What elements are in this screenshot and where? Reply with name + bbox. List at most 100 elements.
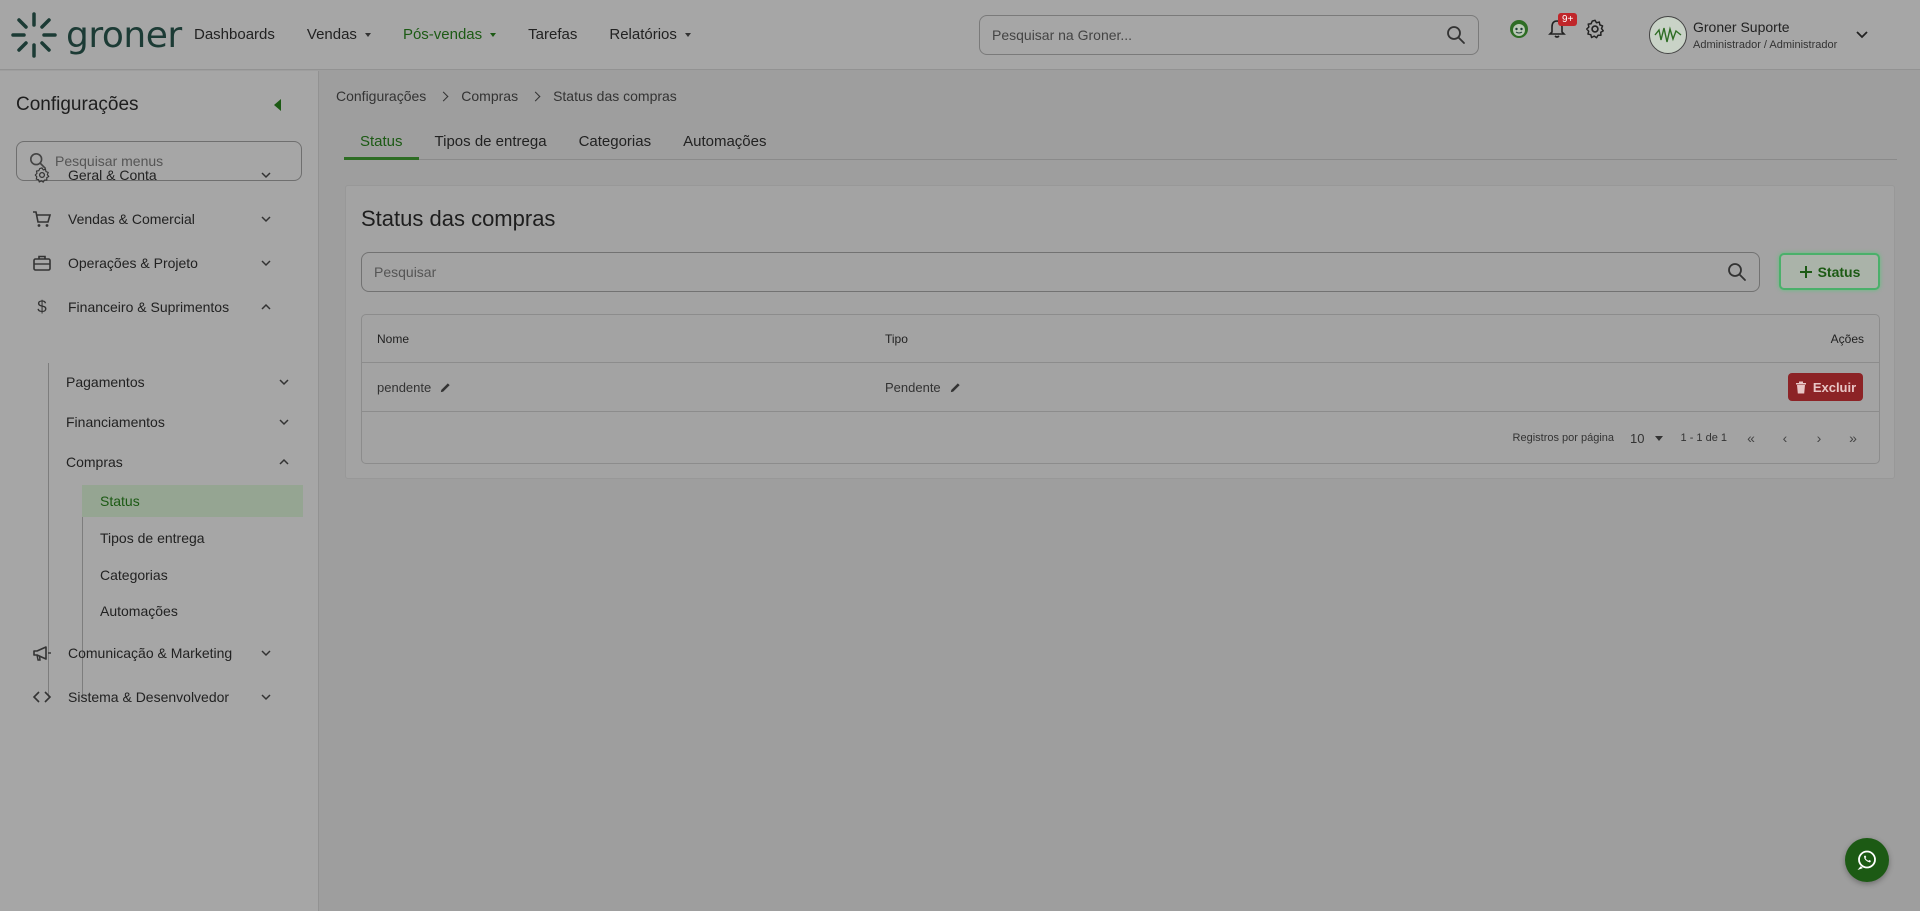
chevron-down-icon (261, 172, 271, 179)
user-name: Groner Suporte (1693, 19, 1790, 35)
status-search-input[interactable] (374, 264, 1727, 280)
sidebar-item-label: Tipos de entrega (100, 530, 205, 546)
status-table: Nome Tipo Ações pendente Pendente Exclui… (361, 314, 1880, 464)
tab-categorias[interactable]: Categorias (563, 128, 668, 160)
nav-relatorios[interactable]: Relatórios (609, 22, 691, 47)
last-page-icon[interactable]: » (1843, 428, 1863, 448)
avatar (1649, 16, 1687, 54)
chevron-down-icon (279, 379, 289, 386)
rows-per-page-select[interactable]: 10 (1630, 430, 1663, 446)
sidebar-item-label: Operações & Projeto (68, 255, 198, 271)
rows-per-page-label: Registros por página (1512, 432, 1615, 444)
sidebar-item-label: Financeiro & Suprimentos (68, 299, 230, 315)
nav-label: Tarefas (528, 26, 578, 43)
sidebar-item-label: Geral & Conta (68, 167, 157, 183)
delete-label: Excluir (1812, 379, 1857, 395)
cell-tipo: Pendente (885, 363, 962, 411)
top-bar: groner Dashboards Vendas Pós-vendas Tare… (0, 0, 1920, 70)
breadcrumb: Configurações Compras Status das compras (336, 88, 677, 104)
caret-down-icon (490, 32, 497, 37)
sidebar-item-automacoes[interactable]: Automações (82, 595, 303, 627)
page-title: Status das compras (361, 206, 556, 231)
cell-nome-text: pendente (377, 379, 432, 395)
sidebar-item-pagamentos[interactable]: Pagamentos (66, 368, 300, 396)
collapse-sidebar-icon[interactable] (274, 99, 281, 111)
logo[interactable]: groner (10, 10, 182, 60)
table-row: pendente Pendente Excluir (362, 363, 1879, 412)
sidebar-item-categorias[interactable]: Categorias (82, 559, 303, 591)
sidebar: Configurações Geral & Conta Vendas & Com… (0, 71, 319, 911)
global-search (979, 15, 1479, 55)
add-status-button[interactable]: Status (1779, 253, 1880, 290)
sidebar-item-geral[interactable]: Geral & Conta (30, 161, 290, 189)
dollar-icon: $ (37, 297, 47, 316)
user-menu[interactable]: Groner Suporte Administrador / Administr… (1649, 15, 1869, 55)
sidebar-item-label: Pagamentos (66, 374, 145, 390)
gear-icon[interactable] (1584, 18, 1606, 40)
nav-label: Vendas (306, 26, 357, 43)
next-page-icon[interactable]: › (1809, 428, 1829, 448)
sidebar-item-comunicacao[interactable]: Comunicação & Marketing (30, 639, 290, 667)
column-header-tipo[interactable]: Tipo (885, 315, 908, 362)
notification-badge: 9+ (1558, 13, 1578, 26)
sidebar-item-label: Status (100, 493, 140, 509)
delete-button[interactable]: Excluir (1788, 373, 1863, 401)
breadcrumb-configuracoes[interactable]: Configurações (336, 88, 426, 104)
sidebar-item-label: Financiamentos (66, 414, 165, 430)
global-search-input[interactable] (992, 27, 1446, 43)
tab-tipos-entrega[interactable]: Tipos de entrega (419, 128, 563, 160)
tab-status[interactable]: Status (344, 128, 419, 160)
groner-logo-icon (11, 12, 57, 58)
briefcase-icon (30, 251, 54, 275)
prev-page-icon[interactable]: ‹ (1775, 428, 1795, 448)
chevron-down-icon (261, 216, 271, 223)
whatsapp-icon (1857, 850, 1876, 871)
sidebar-item-label: Automações (100, 603, 178, 619)
caret-down-icon (1654, 435, 1663, 441)
assistant-face-icon[interactable] (1508, 18, 1530, 40)
plus-icon (1799, 265, 1812, 278)
page-range: 1 - 1 de 1 (1680, 432, 1727, 444)
sidebar-item-label: Compras (66, 454, 123, 470)
sidebar-item-financeiro[interactable]: $ Financeiro & Suprimentos (30, 293, 290, 321)
first-page-icon[interactable]: « (1741, 428, 1761, 448)
rows-per-page-value: 10 (1630, 430, 1645, 446)
breadcrumb-compras[interactable]: Compras (461, 88, 518, 104)
sidebar-item-vendas[interactable]: Vendas & Comercial (30, 205, 290, 233)
edit-pencil-icon[interactable] (949, 381, 962, 394)
whatsapp-button[interactable] (1845, 838, 1889, 882)
chevron-up-icon (261, 303, 271, 310)
nav-tarefas[interactable]: Tarefas (528, 22, 577, 47)
chevron-down-icon (261, 694, 271, 701)
chevron-down-icon (261, 650, 271, 657)
sidebar-item-financiamentos[interactable]: Financiamentos (66, 408, 300, 436)
chevron-up-icon (279, 458, 289, 465)
chevron-right-icon (438, 91, 449, 101)
cell-tipo-text: Pendente (885, 379, 941, 395)
nav-pos-vendas[interactable]: Pós-vendas (403, 22, 497, 47)
user-role: Administrador / Administrador (1693, 39, 1838, 51)
sidebar-item-tipos-entrega[interactable]: Tipos de entrega (82, 522, 303, 554)
trash-icon (1795, 381, 1806, 393)
notifications-button[interactable]: 9+ (1546, 13, 1578, 40)
nav-vendas[interactable]: Vendas (307, 22, 371, 47)
search-icon[interactable] (1446, 25, 1466, 45)
pagination: Registros por página 10 1 - 1 de 1 « ‹ ›… (1513, 412, 1863, 464)
sidebar-item-compras[interactable]: Compras (66, 448, 300, 476)
tab-automacoes[interactable]: Automações (667, 128, 782, 160)
caret-down-icon (684, 32, 691, 37)
sidebar-item-status[interactable]: Status (82, 485, 303, 517)
sidebar-item-operacoes[interactable]: Operações & Projeto (30, 249, 290, 277)
column-header-acoes: Ações (1830, 331, 1864, 346)
chevron-down-icon[interactable] (1855, 28, 1869, 42)
sidebar-item-sistema[interactable]: Sistema & Desenvolvedor (30, 683, 290, 711)
edit-pencil-icon[interactable] (439, 381, 452, 394)
nav-dashboards[interactable]: Dashboards (194, 22, 275, 47)
cell-nome: pendente (377, 363, 452, 411)
nav-label: Relatórios (609, 26, 677, 43)
sidebar-title: Configurações (16, 94, 139, 115)
caret-down-icon (364, 32, 371, 37)
search-icon[interactable] (1727, 262, 1747, 282)
column-header-nome[interactable]: Nome (377, 315, 409, 362)
sidebar-item-label: Sistema & Desenvolvedor (68, 689, 230, 705)
